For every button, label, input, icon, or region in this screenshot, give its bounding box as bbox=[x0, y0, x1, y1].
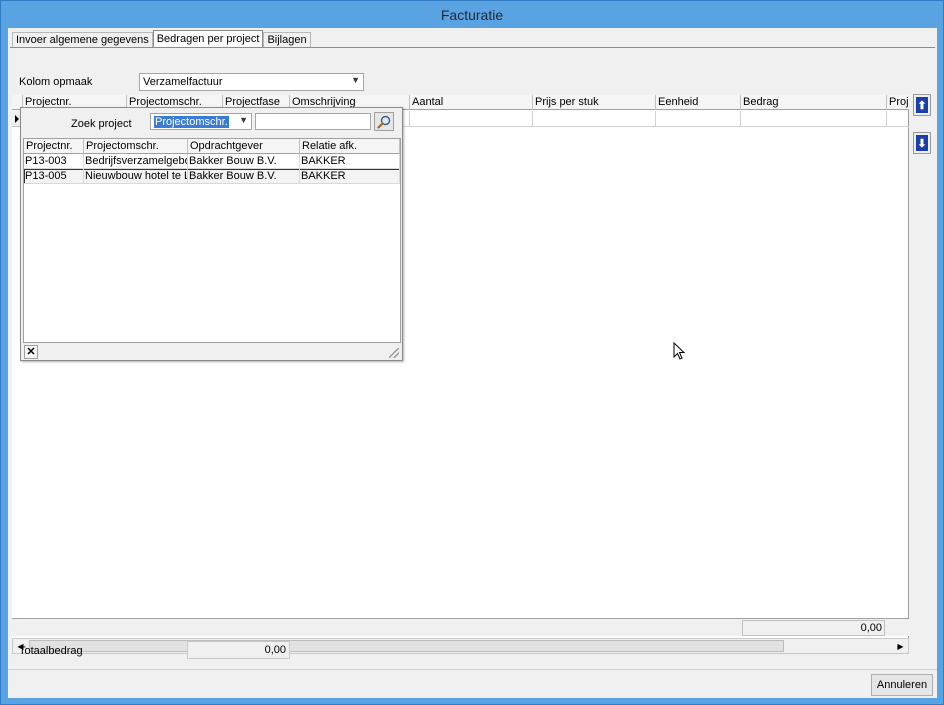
cell-bedrag[interactable] bbox=[740, 111, 886, 127]
totaalbedrag-value: 0,00 bbox=[187, 641, 290, 659]
search-field-select[interactable]: Projectomschr. ▼ bbox=[150, 113, 252, 130]
table-row[interactable]: P13-003 Bedrijfsverzamelgebouw Bakker Bo… bbox=[24, 154, 400, 169]
column-header-bedrag[interactable]: Bedrag bbox=[740, 95, 886, 110]
kolom-opmaak-select[interactable]: Verzamelfactuur ▼ bbox=[139, 73, 364, 91]
column-header-aantal[interactable]: Aantal bbox=[409, 95, 532, 110]
annuleren-button[interactable]: Annuleren bbox=[871, 674, 933, 696]
tab-strip: Invoer algemene gegevens Bedragen per pr… bbox=[12, 30, 311, 48]
tab-invoer-algemene-gegevens[interactable]: Invoer algemene gegevens bbox=[12, 32, 153, 48]
relatie-cell: BAKKER bbox=[300, 169, 400, 184]
column-header-eenheid[interactable]: Eenheid bbox=[655, 95, 740, 110]
magnifier-icon bbox=[377, 115, 391, 129]
totaalbedrag-label: Totaalbedrag bbox=[19, 645, 83, 657]
close-icon[interactable]: ✕ bbox=[24, 345, 38, 359]
opdrachtgever-cell: Bakker Bouw B.V. bbox=[188, 169, 300, 184]
kolom-opmaak-value: Verzamelfactuur bbox=[143, 76, 223, 88]
project-results-table[interactable]: Projectnr. Projectomschr. Opdrachtgever … bbox=[23, 138, 401, 343]
mouse-cursor-icon bbox=[673, 342, 685, 360]
divider bbox=[8, 669, 937, 670]
arrow-up-icon: ⬆ bbox=[916, 97, 928, 113]
projectnr-cell: P13-003 bbox=[24, 154, 84, 169]
application-window: Facturatie Invoer algemene gegevens Bedr… bbox=[0, 0, 944, 705]
scroll-right-icon[interactable]: ▶ bbox=[893, 639, 908, 653]
scrollbar-thumb[interactable] bbox=[29, 640, 784, 652]
window-title: Facturatie bbox=[440, 6, 504, 23]
grid-summary-row: 0,00 bbox=[12, 618, 909, 636]
cell-project[interactable] bbox=[886, 111, 909, 127]
cell-aantal[interactable] bbox=[409, 111, 532, 127]
resize-grip-icon[interactable] bbox=[389, 348, 399, 358]
cell-eenheid[interactable] bbox=[655, 111, 740, 127]
arrow-down-icon: ⬇ bbox=[916, 135, 928, 151]
zoek-project-label: Zoek project bbox=[71, 118, 132, 130]
kolom-opmaak-label: Kolom opmaak bbox=[19, 76, 93, 88]
grid-footer-total: 0,00 bbox=[742, 620, 885, 636]
column-header-opdrachtgever[interactable]: Opdrachtgever bbox=[188, 139, 300, 154]
chevron-down-icon: ▼ bbox=[351, 75, 360, 85]
cell-prijs-per-stuk[interactable] bbox=[532, 111, 655, 127]
column-header-projectnr[interactable]: Projectnr. bbox=[24, 139, 84, 154]
relatie-cell: BAKKER bbox=[300, 154, 400, 169]
search-field-value: Projectomschr. bbox=[154, 115, 229, 128]
opdrachtgever-cell: Bakker Bouw B.V. bbox=[188, 154, 300, 169]
search-input[interactable] bbox=[255, 113, 371, 130]
table-row-selected[interactable]: P13-005 Nieuwbouw hotel te Leusden Bakke… bbox=[24, 169, 400, 184]
chevron-down-icon: ▼ bbox=[239, 115, 248, 125]
column-header-project[interactable]: Proje bbox=[886, 95, 909, 110]
column-header-projectomschr[interactable]: Projectomschr. bbox=[84, 139, 188, 154]
popup-footer: ✕ bbox=[23, 344, 401, 360]
column-header-relatie-afk[interactable]: Relatie afk. bbox=[300, 139, 400, 154]
search-button[interactable] bbox=[374, 112, 394, 131]
project-lookup-popup: Zoek project Projectomschr. ▼ Projectnr.… bbox=[20, 107, 403, 361]
projectomschr-cell: Bedrijfsverzamelgebouw bbox=[84, 154, 188, 169]
tab-bedragen-per-project[interactable]: Bedragen per project bbox=[152, 30, 264, 48]
move-row-down-button[interactable]: ⬇ bbox=[913, 132, 931, 154]
column-header-prijs-per-stuk[interactable]: Prijs per stuk bbox=[532, 95, 655, 110]
projectomschr-cell: Nieuwbouw hotel te Leusden bbox=[84, 169, 188, 184]
tab-bijlagen[interactable]: Bijlagen bbox=[263, 32, 311, 48]
horizontal-scrollbar[interactable]: ◀ ▶ bbox=[12, 638, 909, 654]
projectnr-cell: P13-005 bbox=[24, 169, 84, 184]
move-row-up-button[interactable]: ⬆ bbox=[913, 94, 931, 116]
